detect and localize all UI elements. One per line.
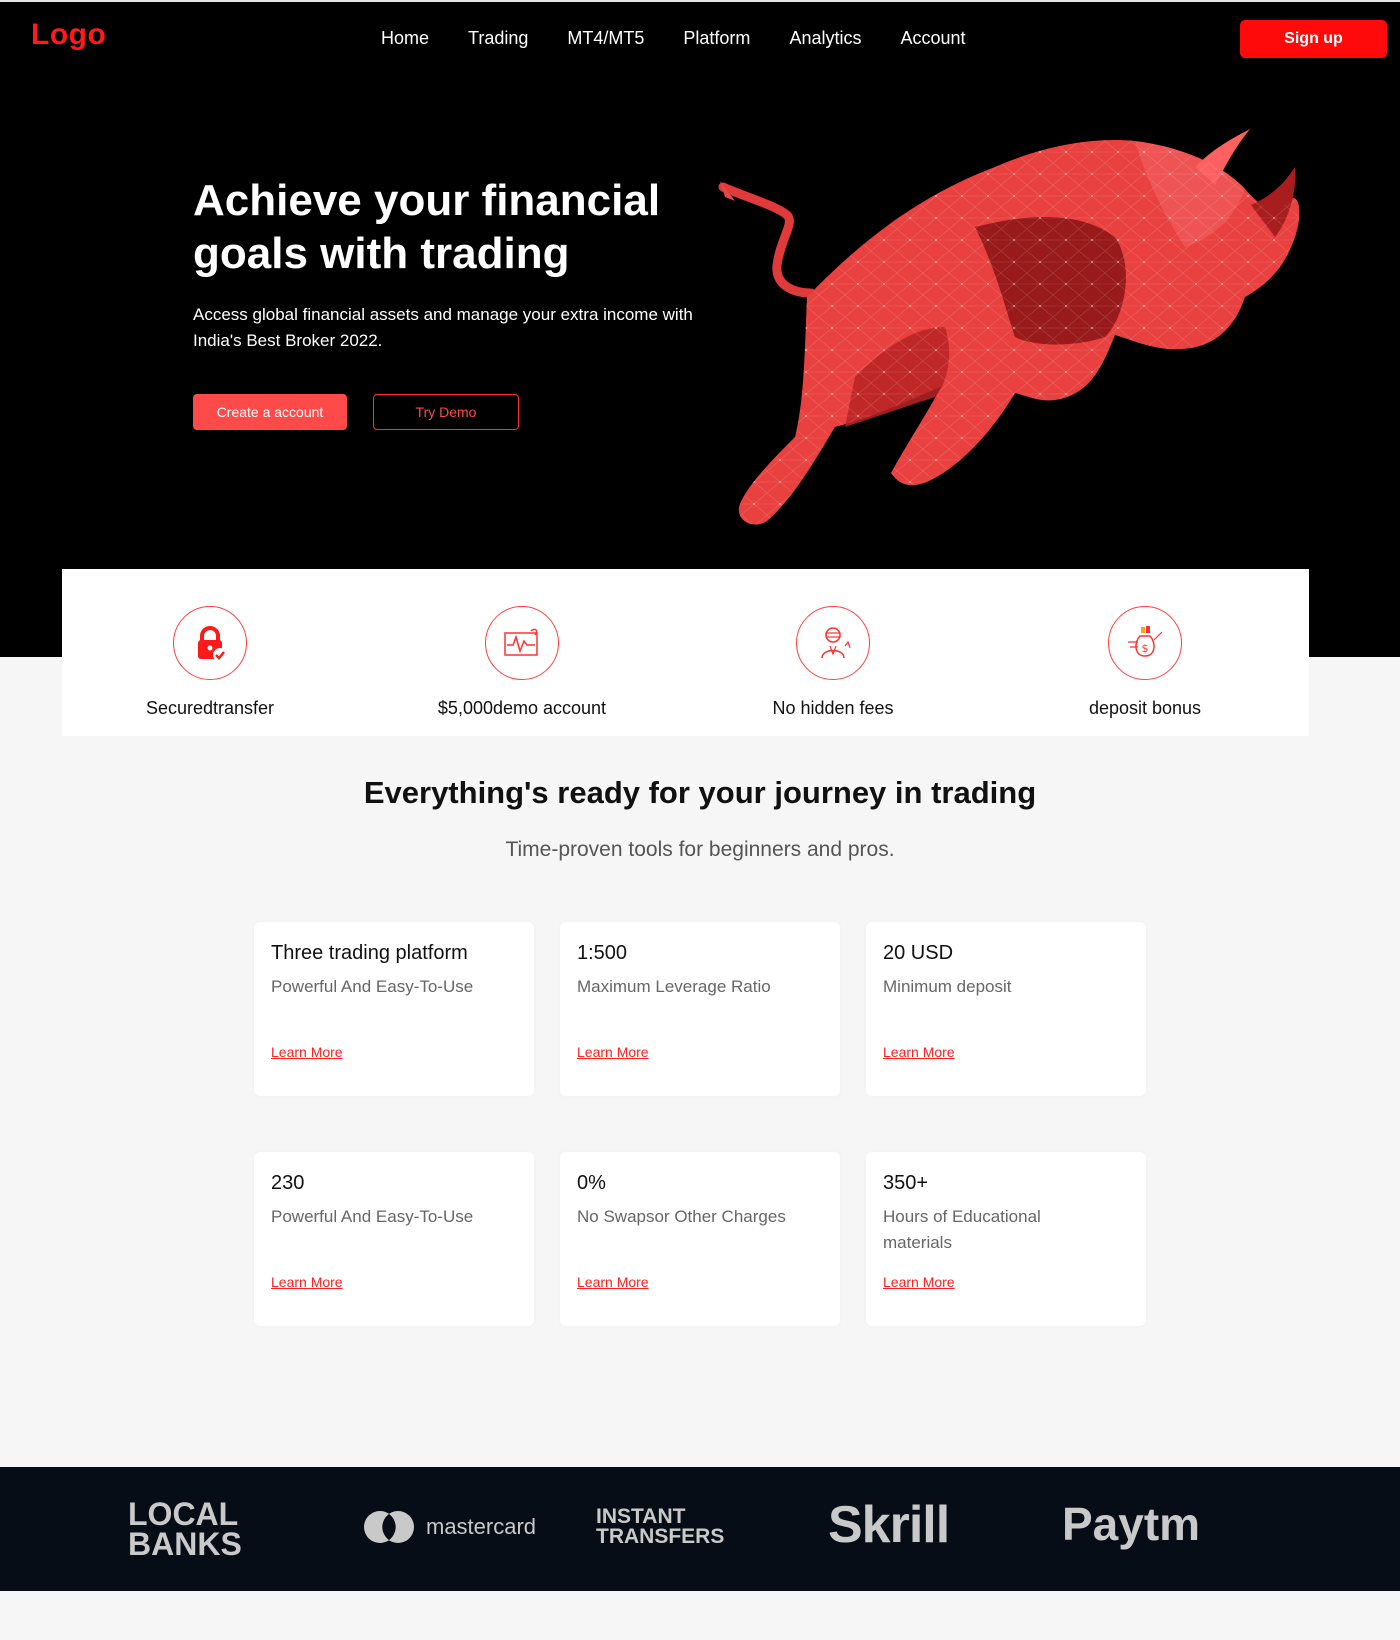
card-description: Hours of Educational materials (883, 1207, 1041, 1252)
learn-more-link[interactable]: Learn More (577, 1044, 649, 1060)
feature-secured-transfer: Securedtransfer (80, 606, 340, 719)
feature-demo-account: $5,000demo account (392, 606, 652, 719)
card-description: Powerful And Easy-To-Use (271, 1207, 474, 1226)
learn-more-link[interactable]: Learn More (271, 1274, 343, 1290)
feature-label: $5,000demo account (437, 698, 607, 718)
card-title: 0% (577, 1172, 606, 1194)
feature-card: 1:500 Maximum Leverage Ratio Learn More (560, 922, 840, 1096)
nav-analytics[interactable]: Analytics (789, 28, 861, 49)
card-title: 230 (271, 1172, 305, 1194)
try-demo-button[interactable]: Try Demo (373, 394, 519, 430)
hero-section: Logo Home Trading MT4/MT5 Platform Analy… (0, 2, 1400, 657)
feature-deposit-bonus: $ deposit bonus (1015, 606, 1275, 719)
learn-more-link[interactable]: Learn More (883, 1044, 955, 1060)
skrill-logo: Skrill (828, 1496, 950, 1554)
svg-text:$: $ (1142, 642, 1149, 655)
card-title: 350+ (883, 1172, 929, 1194)
payment-partners-band: LOCAL BANKS mastercard INSTANT TRANSFERS… (0, 1467, 1400, 1591)
logo[interactable]: Logo (31, 18, 106, 52)
instant-transfers-logo: INSTANT TRANSFERS (596, 1505, 725, 1548)
nav-account[interactable]: Account (900, 28, 965, 49)
card-description: Minimum deposit (883, 977, 1012, 996)
learn-more-link[interactable]: Learn More (271, 1044, 343, 1060)
feature-card: Three trading platform Powerful And Easy… (254, 922, 534, 1096)
feature-card: 230 Powerful And Easy-To-Use Learn More (254, 1152, 534, 1326)
card-description: Powerful And Easy-To-Use (271, 977, 474, 996)
logo-text: BANKS (128, 1526, 242, 1562)
logo-text: INSTANT (596, 1505, 686, 1528)
feature-label: No hidden fees (772, 698, 894, 718)
card-description: Maximum Leverage Ratio (577, 977, 771, 996)
mastercard-icon (364, 1511, 414, 1543)
card-title: 1:500 (577, 942, 628, 964)
money-bag-icon: $ (1108, 606, 1182, 680)
feature-card: 350+ Hours of Educational materials Lear… (866, 1152, 1146, 1326)
feature-no-hidden-fees: No hidden fees (703, 606, 963, 719)
signup-button[interactable]: Sign up (1240, 20, 1387, 58)
bull-illustration (718, 129, 1300, 525)
card-description: No Swapsor Other Charges (577, 1207, 786, 1226)
trader-icon (796, 606, 870, 680)
logo-text: mastercard (426, 1514, 537, 1539)
section-subtitle: Time-proven tools for beginners and pros… (505, 838, 895, 861)
logo-text: TRANSFERS (596, 1525, 725, 1548)
card-title: 20 USD (883, 942, 954, 964)
paytm-logo: Paytm (1062, 1498, 1201, 1550)
learn-more-link[interactable]: Learn More (883, 1274, 955, 1290)
mastercard-logo: mastercard (362, 1509, 536, 1545)
chart-pulse-icon (485, 606, 559, 680)
hero-subtitle: Access global financial assets and manag… (193, 305, 693, 350)
nav-home[interactable]: Home (381, 28, 429, 49)
local-banks-logo: LOCAL BANKS (128, 1496, 242, 1562)
features-strip: Securedtransfer $5,000demo account No hi… (62, 569, 1309, 736)
feature-label: deposit bonus (1088, 698, 1202, 718)
feature-card: 0% No Swapsor Other Charges Learn More (560, 1152, 840, 1326)
logo-text: LOCAL (128, 1496, 239, 1532)
feature-label: Securedtransfer (145, 698, 275, 718)
nav-platform[interactable]: Platform (683, 28, 750, 49)
card-title: Three trading platform (271, 942, 468, 964)
nav-mt4-mt5[interactable]: MT4/MT5 (567, 28, 644, 49)
learn-more-link[interactable]: Learn More (577, 1274, 649, 1290)
section-title: Everything's ready for your journey in t… (363, 775, 1037, 810)
lock-icon (173, 606, 247, 680)
nav-trading[interactable]: Trading (468, 28, 528, 49)
main-nav: Home Trading MT4/MT5 Platform Analytics … (381, 28, 1005, 49)
feature-card: 20 USD Minimum deposit Learn More (866, 922, 1146, 1096)
hero-title: Achieve your financial goals with tradin… (193, 176, 661, 278)
create-account-button[interactable]: Create a account (193, 394, 347, 430)
